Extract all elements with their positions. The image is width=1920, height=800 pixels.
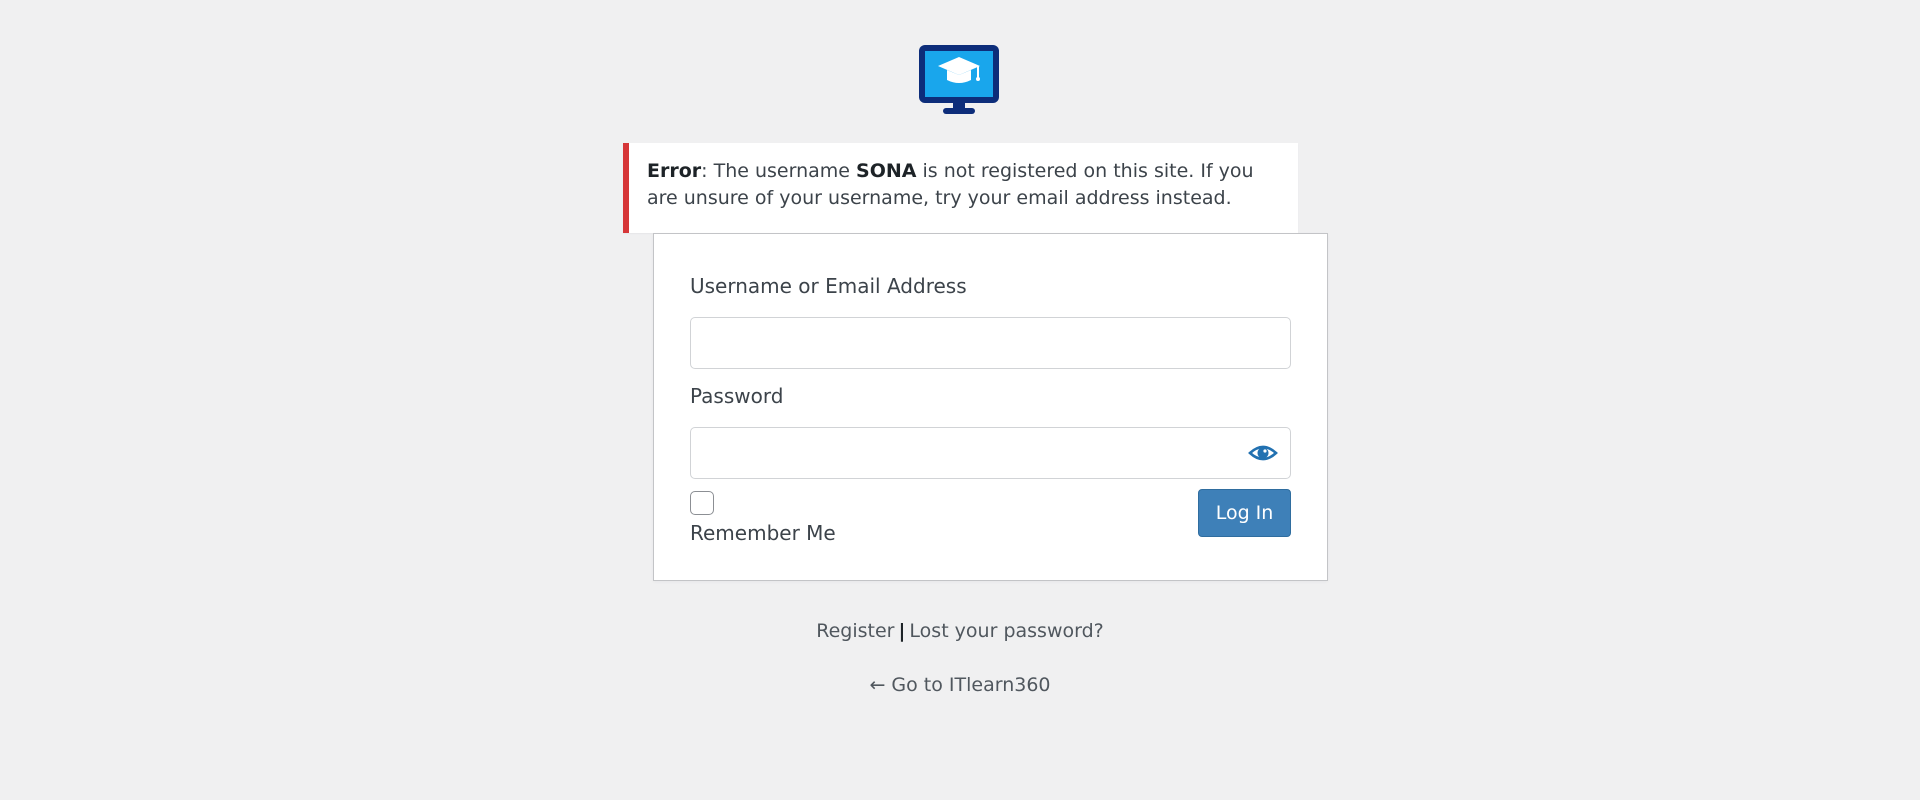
login-error-notice: Error: The username SONA is not register… xyxy=(623,143,1298,233)
error-prefix: Error xyxy=(647,160,702,182)
eye-icon xyxy=(1248,445,1278,461)
site-logo[interactable] xyxy=(918,44,1000,114)
password-input[interactable] xyxy=(690,427,1291,479)
username-label: Username or Email Address xyxy=(690,274,967,298)
register-link[interactable]: Register xyxy=(816,620,894,642)
lost-password-link[interactable]: Lost your password? xyxy=(909,620,1103,642)
remember-me-label[interactable]: Remember Me xyxy=(690,521,836,545)
links-separator: | xyxy=(898,620,906,642)
error-username: SONA xyxy=(856,160,917,182)
show-password-button[interactable] xyxy=(1248,441,1278,465)
monitor-graduation-cap-icon xyxy=(919,45,999,114)
login-button[interactable]: Log In xyxy=(1198,489,1291,537)
password-label: Password xyxy=(690,384,784,408)
username-input[interactable] xyxy=(690,317,1291,369)
back-to-site-link[interactable]: ← Go to ITlearn360 xyxy=(869,674,1050,696)
login-nav-links: Register | Lost your password? xyxy=(0,620,1920,642)
back-to-site: ← Go to ITlearn360 xyxy=(0,674,1920,696)
error-text-before: : The username xyxy=(701,160,857,182)
remember-me-checkbox[interactable] xyxy=(690,491,714,515)
login-form: Username or Email Address Password Remem… xyxy=(653,233,1328,581)
